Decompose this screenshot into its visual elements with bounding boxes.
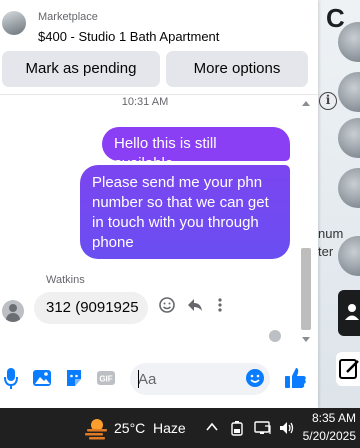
volume-icon[interactable] (278, 420, 296, 439)
background-avatar (338, 236, 360, 276)
outgoing-message[interactable]: Hello this is still available (102, 127, 290, 172)
more-actions-icon[interactable] (216, 296, 224, 319)
clock-time[interactable]: 8:35 AM (302, 411, 356, 425)
background-avatar (338, 168, 360, 208)
clock-date[interactable]: 5/20/2025 (296, 429, 356, 443)
read-receipt-avatar (269, 330, 281, 342)
background-dark-tile (338, 290, 360, 336)
sender-avatar[interactable] (2, 300, 24, 322)
microphone-icon[interactable] (4, 366, 18, 390)
like-icon[interactable] (284, 366, 308, 390)
weather-temperature[interactable]: 25°C (114, 420, 145, 436)
incoming-message[interactable]: 312 (9091925 (34, 292, 148, 324)
scrollbar[interactable] (299, 96, 313, 346)
outgoing-message[interactable]: Please send me your phn number so that w… (80, 165, 290, 259)
chat-header[interactable]: Marketplace $400 - Studio 1 Bath Apartme… (0, 0, 318, 46)
background-avatar (338, 72, 360, 112)
more-options-button[interactable]: More options (166, 51, 308, 87)
scroll-down-arrow-icon[interactable] (302, 337, 310, 342)
new-message-icon[interactable] (336, 352, 360, 386)
reply-icon[interactable] (186, 296, 204, 319)
mark-as-pending-button[interactable]: Mark as pending (2, 51, 160, 87)
listing-actions: Mark as pending More options (2, 51, 308, 87)
emoji-icon[interactable] (245, 366, 265, 390)
taskbar: 25°C Haze 8:35 AM 5/20/2025 (0, 408, 360, 448)
weather-haze-icon[interactable] (84, 416, 110, 445)
battery-icon[interactable] (230, 420, 244, 439)
message-timestamp: 10:31 AM (121, 96, 169, 108)
listing-title[interactable]: $400 - Studio 1 Bath Apartment (38, 29, 219, 44)
header-divider (0, 94, 318, 95)
background-page-strip: C i num ter (318, 0, 360, 408)
text-caret (138, 370, 139, 388)
sender-name: Watkins (46, 274, 85, 286)
message-composer: GIF (0, 358, 318, 400)
chevron-up-icon[interactable] (206, 420, 218, 437)
background-avatar (338, 118, 360, 158)
background-text: num (318, 226, 344, 241)
sticker-icon[interactable] (64, 366, 84, 390)
info-icon[interactable]: i (319, 92, 337, 110)
background-text: ter (318, 244, 334, 259)
marketplace-label: Marketplace (38, 11, 98, 23)
chat-window: Marketplace $400 - Studio 1 Bath Apartme… (0, 0, 318, 408)
weather-condition[interactable]: Haze (153, 420, 186, 436)
listing-thumbnail[interactable] (2, 11, 26, 35)
svg-text:GIF: GIF (99, 375, 112, 384)
scroll-up-arrow-icon[interactable] (302, 101, 310, 106)
photo-icon[interactable] (32, 366, 52, 390)
react-emoji-icon[interactable] (158, 296, 176, 319)
gif-icon[interactable]: GIF (96, 366, 116, 390)
network-icon[interactable] (254, 420, 272, 439)
scroll-thumb[interactable] (301, 248, 311, 330)
